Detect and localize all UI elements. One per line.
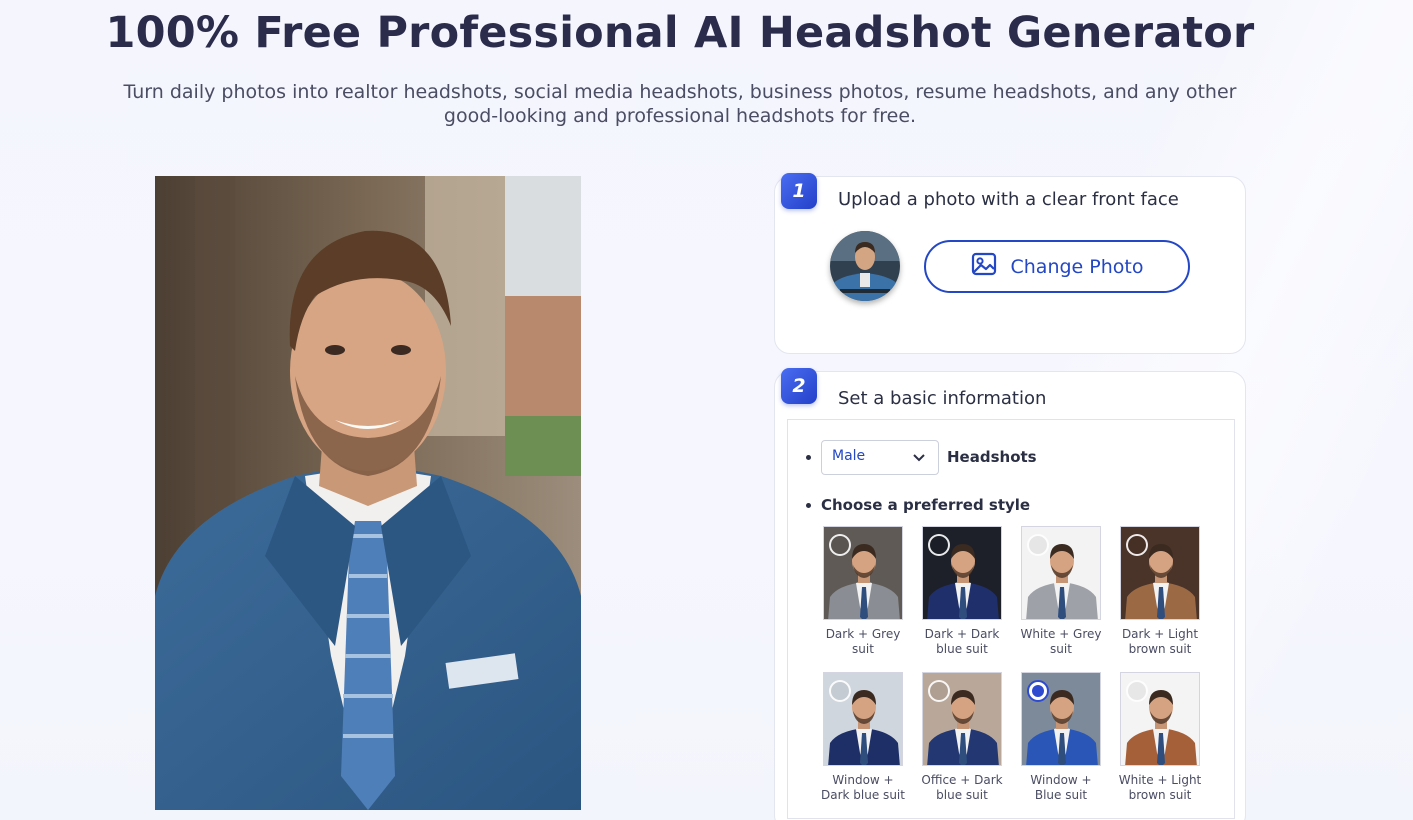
- info-options-box: Male Headshots Choose a preferred style …: [787, 419, 1235, 819]
- style-option[interactable]: Dark + Dark blue suit: [922, 526, 1004, 657]
- style-caption-line-2: blue suit: [936, 788, 988, 802]
- style-thumbnail: [823, 526, 903, 620]
- style-caption-line-1: Dark + Dark: [924, 627, 1000, 641]
- style-option[interactable]: White + Grey suit: [1019, 526, 1103, 657]
- upload-step-card: 1 Upload a photo with a clear front face: [774, 173, 1246, 354]
- basic-info-step-title: Set a basic information: [838, 388, 1047, 409]
- style-radio[interactable]: [829, 534, 851, 556]
- bullet-dot: [806, 503, 811, 508]
- style-caption: White + Grey suit: [1019, 627, 1103, 657]
- style-radio[interactable]: [1126, 680, 1148, 702]
- style-caption-line-1: Window +: [1030, 773, 1092, 787]
- change-photo-button[interactable]: Change Photo: [924, 240, 1190, 293]
- style-thumbnail: [1120, 526, 1200, 620]
- style-caption: Window + Dark blue suit: [821, 773, 905, 803]
- headshot-preview-image: [155, 176, 581, 810]
- style-caption-line-1: Dark + Grey: [825, 627, 901, 641]
- style-caption-line-1: Window +: [832, 773, 894, 787]
- style-caption-line-1: White + Light: [1118, 773, 1202, 787]
- subtitle-line-2: good-looking and professional headshots …: [443, 105, 917, 127]
- style-caption: Dark + Dark blue suit: [920, 627, 1004, 657]
- style-option[interactable]: Window + Dark blue suit: [821, 672, 905, 803]
- gender-select[interactable]: Male: [821, 440, 939, 475]
- style-caption: Office + Dark blue suit: [920, 773, 1004, 803]
- style-radio[interactable]: [1027, 534, 1049, 556]
- image-icon: [971, 252, 997, 281]
- style-radio[interactable]: [1126, 534, 1148, 556]
- style-caption-line-1: Dark + Light: [1121, 627, 1199, 641]
- style-caption-line-2: brown suit: [1128, 642, 1192, 656]
- style-caption-line-2: brown suit: [1128, 788, 1192, 802]
- style-option[interactable]: White + Light brown suit: [1118, 672, 1202, 803]
- style-caption-line-2: suit: [1050, 642, 1072, 656]
- style-caption-line-2: blue suit: [936, 642, 988, 656]
- page-title: 100% Free Professional AI Headshot Gener…: [105, 8, 1255, 58]
- change-photo-label: Change Photo: [1010, 255, 1144, 278]
- uploaded-photo-avatar: [830, 231, 900, 301]
- style-caption-line-2: Blue suit: [1034, 788, 1088, 802]
- style-caption-line-2: suit: [852, 642, 874, 656]
- upload-step-title: Upload a photo with a clear front face: [838, 189, 1179, 210]
- style-thumbnail: [1021, 672, 1101, 766]
- style-radio[interactable]: [829, 680, 851, 702]
- bullet-dot: [806, 455, 811, 460]
- style-option[interactable]: Dark + Grey suit: [823, 526, 905, 657]
- step-1-badge: 1: [781, 173, 817, 209]
- style-thumbnail: [1021, 526, 1101, 620]
- style-caption: Dark + Grey suit: [821, 627, 905, 657]
- style-thumbnail: [922, 672, 1002, 766]
- basic-info-step-card: 2 Set a basic information Male Headshots…: [774, 368, 1246, 820]
- style-radio[interactable]: [928, 534, 950, 556]
- page-subtitle: Turn daily photos into realtor headshots…: [80, 80, 1280, 128]
- style-caption: Window + Blue suit: [1019, 773, 1103, 803]
- gender-selected-value: Male: [832, 448, 866, 464]
- style-option[interactable]: Office + Dark blue suit: [920, 672, 1004, 803]
- style-prompt-label: Choose a preferred style: [821, 496, 1031, 514]
- headshots-label: Headshots: [947, 448, 1037, 466]
- style-option[interactable]: Window + Blue suit: [1021, 672, 1103, 803]
- style-thumbnail: [922, 526, 1002, 620]
- style-radio[interactable]: [928, 680, 950, 702]
- style-radio[interactable]: [1027, 680, 1049, 702]
- page: 100% Free Professional AI Headshot Gener…: [0, 0, 1413, 820]
- style-thumbnail: [823, 672, 903, 766]
- style-caption: Dark + Light brown suit: [1118, 627, 1202, 657]
- style-caption: White + Light brown suit: [1118, 773, 1202, 803]
- step-2-badge: 2: [781, 368, 817, 404]
- style-caption-line-1: Office + Dark: [921, 773, 1003, 787]
- subtitle-line-1: Turn daily photos into realtor headshots…: [123, 81, 1237, 103]
- style-thumbnail: [1120, 672, 1200, 766]
- chevron-down-icon: [912, 451, 926, 467]
- style-caption-line-2: Dark blue suit: [821, 788, 905, 802]
- style-option[interactable]: Dark + Light brown suit: [1120, 526, 1202, 657]
- style-caption-line-1: White + Grey: [1020, 627, 1102, 641]
